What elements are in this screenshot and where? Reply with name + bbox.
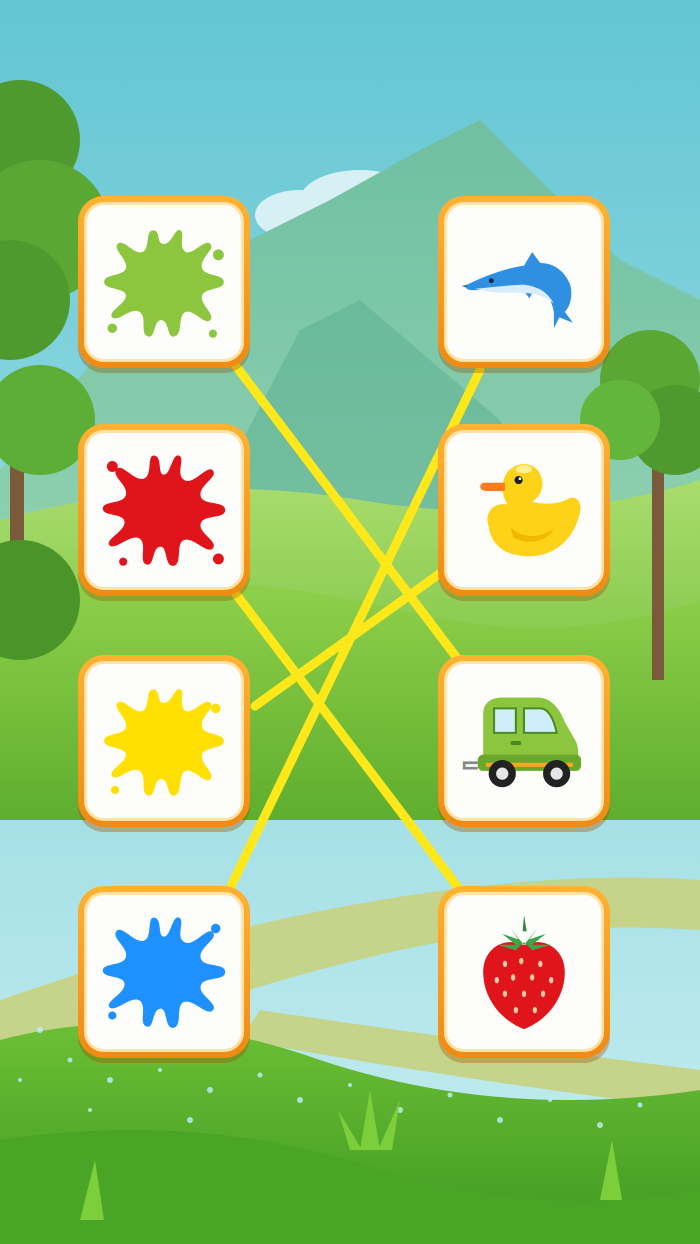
card-face	[84, 202, 244, 362]
splash-shape	[104, 689, 224, 796]
card-splash-green[interactable]	[78, 196, 250, 368]
splash-shape	[102, 917, 226, 1028]
card-face	[444, 661, 604, 821]
card-dolphin[interactable]	[438, 196, 610, 368]
paint-splash-icon	[104, 689, 224, 796]
rubber-duck-icon	[480, 464, 581, 557]
card-face	[444, 892, 604, 1052]
paint-splash-icon	[102, 455, 226, 566]
strawberry-icon	[483, 914, 565, 1030]
card-splash-red[interactable]	[78, 424, 250, 596]
splash-shape	[104, 230, 224, 337]
dolphin-icon	[461, 252, 573, 329]
splash-shape	[102, 455, 226, 566]
card-duck[interactable]	[438, 424, 610, 596]
card-splash-yellow[interactable]	[78, 655, 250, 827]
card-splash-blue[interactable]	[78, 886, 250, 1058]
card-face	[444, 202, 604, 362]
card-face	[84, 661, 244, 821]
card-face	[84, 430, 244, 590]
card-car[interactable]	[438, 655, 610, 827]
card-face	[444, 430, 604, 590]
card-strawberry[interactable]	[438, 886, 610, 1058]
paint-splash-icon	[104, 230, 224, 338]
paint-splash-icon	[102, 917, 226, 1028]
car-icon	[462, 697, 582, 788]
card-face	[84, 892, 244, 1052]
